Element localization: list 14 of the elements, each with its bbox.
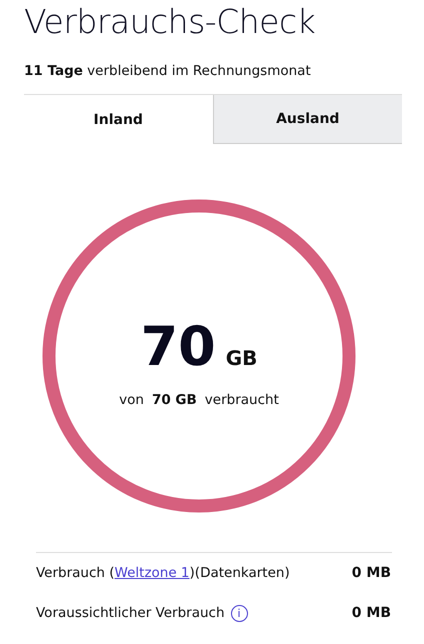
usage-used-text: verbraucht (204, 392, 279, 408)
usage-total: 70 GB (152, 392, 197, 408)
page-title: Verbrauchs-Check (24, 2, 316, 41)
usage-value: 0 MB (352, 565, 391, 581)
usage-label: Verbrauch (Weltzone 1)(Datenkarten) (36, 565, 290, 581)
info-button[interactable]: i (230, 604, 248, 622)
usage-amount: 70 (140, 314, 216, 378)
usage-value: 0 MB (352, 605, 391, 621)
remaining-days-text: 11 Tage verbleibend im Rechnungsmonat (24, 63, 312, 79)
usage-unit: GB (226, 346, 258, 370)
tab[interactable]: Ausland (214, 95, 402, 144)
usage-of-text: von (119, 392, 144, 408)
zone-link[interactable]: Weltzone 1 (114, 565, 190, 581)
forecast-label: Voraussichtlicher Verbrauch (36, 605, 225, 621)
